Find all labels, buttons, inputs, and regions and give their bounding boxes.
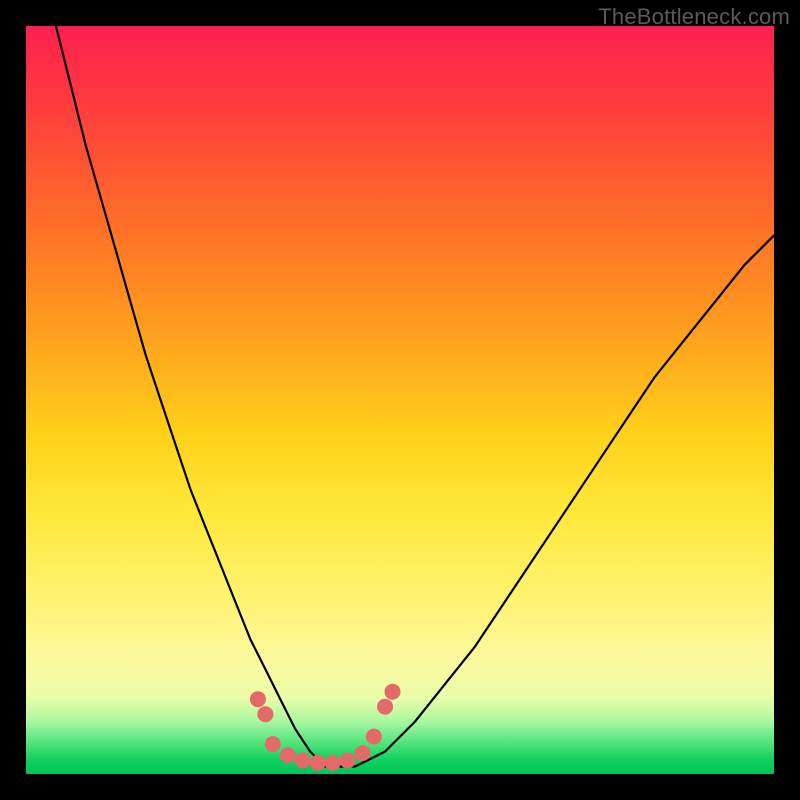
chart-frame: TheBottleneck.com <box>0 0 800 800</box>
curve-group <box>56 26 774 767</box>
highlight-point <box>265 736 281 752</box>
highlight-markers <box>250 684 401 771</box>
highlight-point <box>340 753 356 769</box>
highlight-point <box>377 699 393 715</box>
chart-overlay-svg <box>26 26 774 774</box>
highlight-point <box>257 706 273 722</box>
highlight-point <box>366 729 382 745</box>
plot-area <box>26 26 774 774</box>
highlight-point <box>250 691 266 707</box>
highlight-point <box>355 745 371 761</box>
highlight-point <box>280 747 296 763</box>
highlight-point <box>310 755 326 771</box>
highlight-point <box>385 684 401 700</box>
highlight-point <box>325 755 341 771</box>
watermark-text: TheBottleneck.com <box>598 4 790 30</box>
highlight-point <box>295 753 311 769</box>
bottleneck-curve <box>56 26 774 767</box>
